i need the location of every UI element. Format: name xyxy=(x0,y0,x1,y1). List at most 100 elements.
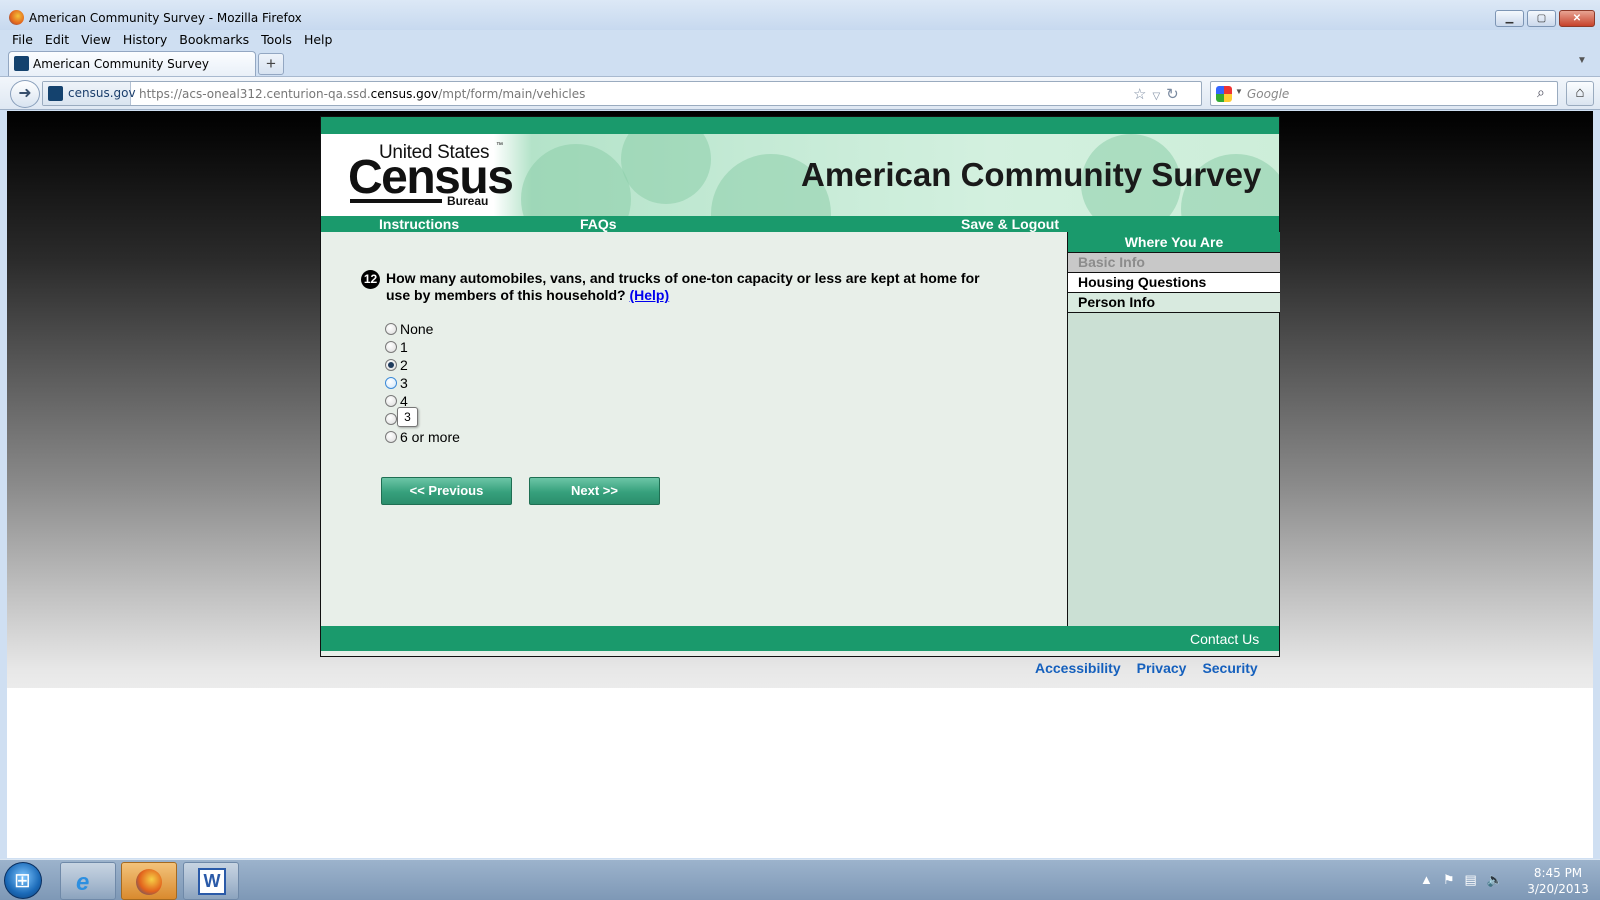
nav-instructions-link[interactable]: Instructions xyxy=(379,216,459,232)
internet-explorer-icon: e xyxy=(76,869,90,896)
option-label: 3 xyxy=(400,375,408,391)
bookmark-star-icon[interactable]: ☆ xyxy=(1133,86,1152,103)
back-button[interactable]: ➜ xyxy=(10,80,40,108)
url-suffix: /mpt/form/main/vehicles xyxy=(438,87,586,101)
taskbar-internet-explorer[interactable]: e xyxy=(60,862,116,900)
page-header: United States ™ Census Bureau American C… xyxy=(321,134,1279,216)
radio-1[interactable] xyxy=(385,341,397,353)
radio-4[interactable] xyxy=(385,395,397,407)
radio-3[interactable] xyxy=(385,377,397,389)
census-favicon-icon xyxy=(14,56,29,71)
close-icon: ✕ xyxy=(1572,13,1582,24)
search-input[interactable]: Google xyxy=(1247,87,1289,101)
sidebar-item-person-info[interactable]: Person Info xyxy=(1068,293,1280,313)
nav-faqs-link[interactable]: FAQs xyxy=(580,216,617,232)
clock-date[interactable]: 3/20/2013 xyxy=(1524,882,1592,896)
option-label: 2 xyxy=(400,357,408,373)
top-navigation: Instructions FAQs Save & Logout xyxy=(321,216,1279,232)
page-footer: Contact Us xyxy=(321,626,1279,651)
survey-page: United States ™ Census Bureau American C… xyxy=(320,116,1280,657)
question-prompt: How many automobiles, vans, and trucks o… xyxy=(386,270,980,303)
home-icon: ⌂ xyxy=(1575,84,1585,101)
firefox-logo-icon xyxy=(9,10,24,25)
url-bar-icons: ☆▽↻ xyxy=(1133,85,1185,103)
menu-help[interactable]: Help xyxy=(304,32,333,47)
search-engine-dropdown-icon[interactable]: ▼ xyxy=(1235,87,1243,96)
header-photo-decoration xyxy=(621,134,711,204)
menu-history[interactable]: History xyxy=(123,32,167,47)
tab-list-chevron-icon[interactable]: ▼ xyxy=(1577,55,1587,66)
google-search-engine-icon[interactable] xyxy=(1216,86,1232,102)
minimize-icon: ▁ xyxy=(1505,13,1514,24)
taskbar-word[interactable]: W xyxy=(183,862,239,900)
menu-bar: File Edit View History Bookmarks Tools Help xyxy=(0,30,1600,50)
reload-icon[interactable]: ↻ xyxy=(1166,86,1185,103)
page-top-bar xyxy=(321,117,1279,134)
header-photo-decoration xyxy=(521,144,631,216)
windows-taskbar: e W ▲⚑▤🔈 8:45 PM 3/20/2013 xyxy=(0,859,1600,900)
footer-links: Accessibility Privacy Security xyxy=(1035,660,1274,676)
radio-none[interactable] xyxy=(385,323,397,335)
start-button[interactable] xyxy=(4,862,42,899)
url-domain: census.gov xyxy=(370,87,439,101)
volume-icon[interactable]: 🔈 xyxy=(1487,872,1513,887)
word-icon: W xyxy=(198,868,226,895)
firefox-icon xyxy=(136,869,162,895)
site-identity-label: census.gov xyxy=(68,86,136,100)
radio-2[interactable] xyxy=(385,359,397,371)
where-you-are-sidebar: Where You Are Basic Info Housing Questio… xyxy=(1067,232,1280,626)
url-bar[interactable]: census.gov https://acs-oneal312.centurio… xyxy=(42,81,1202,106)
home-button[interactable]: ⌂ xyxy=(1566,81,1594,106)
logo-trademark: ™ xyxy=(496,142,503,149)
site-identity-button[interactable]: census.gov xyxy=(43,82,136,105)
contact-us-link[interactable]: Contact Us xyxy=(1190,631,1259,647)
census-favicon-icon xyxy=(48,86,63,101)
previous-button[interactable]: << Previous xyxy=(381,477,512,505)
tab-bar: American Community Survey + ▼ xyxy=(0,51,1600,76)
sidebar-item-housing-questions[interactable]: Housing Questions xyxy=(1068,273,1280,293)
page-title: American Community Survey xyxy=(801,156,1262,193)
firefox-window: American Community Survey - Mozilla Fire… xyxy=(0,0,1600,859)
logo-bureau: Bureau xyxy=(447,194,489,208)
menu-file[interactable]: File xyxy=(12,32,33,47)
network-icon[interactable]: ▤ xyxy=(1465,872,1487,887)
magnifier-icon[interactable]: ⌕ xyxy=(1537,84,1545,101)
history-dropdown-icon[interactable]: ▽ xyxy=(1152,91,1166,102)
nav-save-logout-link[interactable]: Save & Logout xyxy=(961,216,1059,232)
menu-bookmarks[interactable]: Bookmarks xyxy=(179,32,249,47)
minimize-button[interactable]: ▁ xyxy=(1495,10,1524,27)
url-text[interactable]: https://acs-oneal312.centurion-qa.ssd.ce… xyxy=(139,87,585,101)
url-prefix: https://acs-oneal312.centurion-qa.ssd. xyxy=(139,87,371,101)
radio-5[interactable] xyxy=(385,413,397,425)
action-center-flag-icon[interactable]: ⚑ xyxy=(1443,872,1465,887)
tab-label: American Community Survey xyxy=(33,57,209,71)
clock-time[interactable]: 8:45 PM xyxy=(1528,866,1588,880)
privacy-link[interactable]: Privacy xyxy=(1137,660,1187,676)
logo-underline xyxy=(350,199,442,203)
title-bar: American Community Survey - Mozilla Fire… xyxy=(0,0,1600,30)
back-arrow-icon: ➜ xyxy=(18,85,32,102)
accessibility-link[interactable]: Accessibility xyxy=(1035,660,1121,676)
menu-edit[interactable]: Edit xyxy=(45,32,69,47)
option-label: None xyxy=(400,321,434,337)
viewport-bottom xyxy=(7,688,1593,858)
security-link[interactable]: Security xyxy=(1202,660,1257,676)
sidebar-item-basic-info: Basic Info xyxy=(1068,253,1280,273)
menu-view[interactable]: View xyxy=(81,32,111,47)
search-bar[interactable]: ▼ Google ⌕ xyxy=(1210,81,1558,106)
new-tab-button[interactable]: + xyxy=(258,53,284,75)
navigation-toolbar: ➜ census.gov https://acs-oneal312.centur… xyxy=(0,76,1600,110)
radio-6-or-more[interactable] xyxy=(385,431,397,443)
system-tray: ▲⚑▤🔈 xyxy=(1420,872,1513,888)
question-text: How many automobiles, vans, and trucks o… xyxy=(386,270,1006,304)
sidebar-heading: Where You Are xyxy=(1068,232,1280,253)
maximize-button[interactable]: ▢ xyxy=(1527,10,1556,27)
tab-american-community-survey[interactable]: American Community Survey xyxy=(8,51,256,76)
menu-tools[interactable]: Tools xyxy=(261,32,292,47)
show-hidden-icons-icon[interactable]: ▲ xyxy=(1420,872,1443,887)
option-label: 6 or more xyxy=(400,429,460,445)
help-link[interactable]: (Help) xyxy=(629,287,669,303)
taskbar-firefox[interactable] xyxy=(121,862,177,900)
next-button[interactable]: Next >> xyxy=(529,477,660,505)
close-button[interactable]: ✕ xyxy=(1559,10,1595,27)
